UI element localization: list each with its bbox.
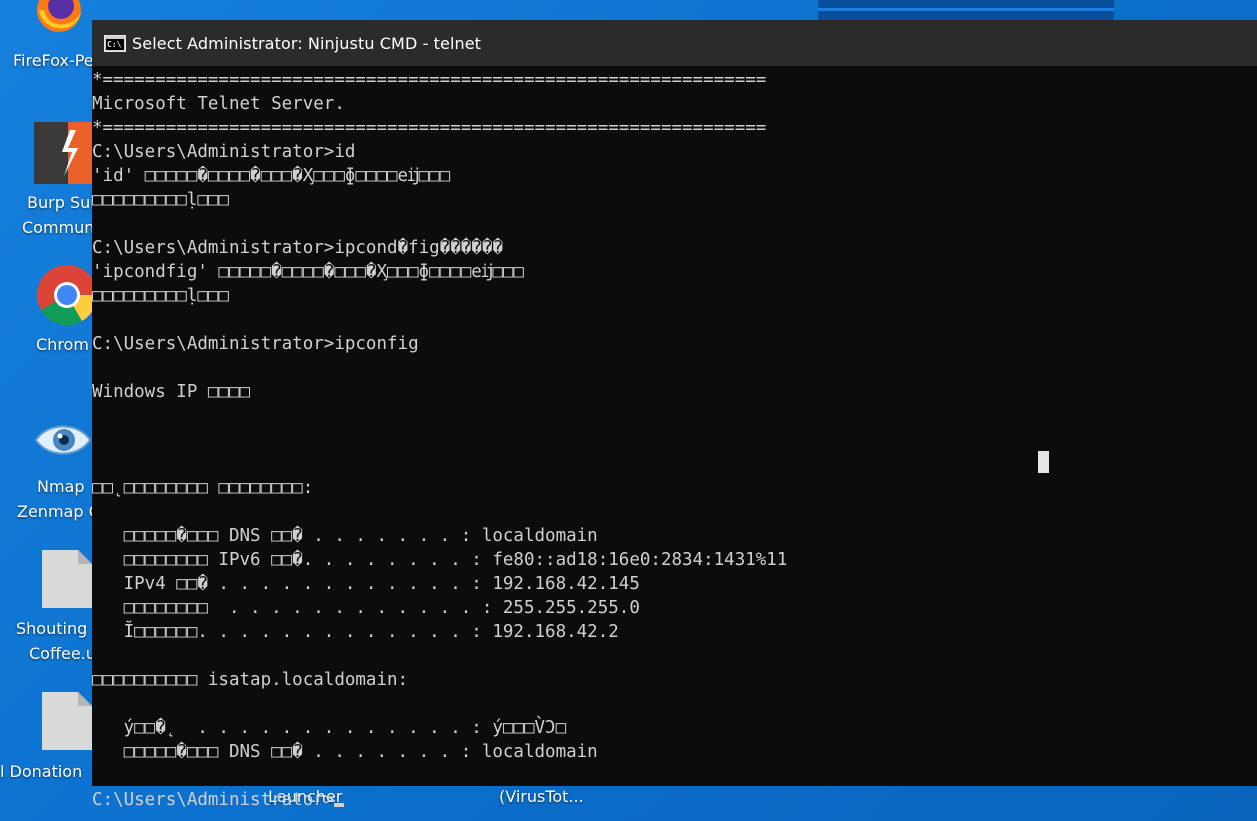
console-window[interactable]: C:\ Select Administrator: Ninjustu CMD -… — [92, 20, 1257, 810]
chrome-icon[interactable] — [36, 264, 98, 328]
console-line: *=======================================… — [92, 118, 767, 138]
text-cursor — [334, 803, 345, 807]
firefox-icon[interactable] — [34, 0, 84, 38]
desktop-icon-label-chrome[interactable]: Chrom — [36, 332, 89, 357]
desktop-icon-label-nmap-1[interactable]: Nmap — [37, 474, 85, 499]
console-line: 'ipcondfig' □□□□□�□□□□�□□□�X̧□□□ɸ□□□□eĳ□… — [92, 262, 524, 282]
console-line: IPv4 □□� . . . . . . . . . . . . : 192.1… — [92, 574, 640, 594]
console-line: □□□□□□□□ IPv6 □□�. . . . . . . . : fe80:… — [92, 550, 788, 570]
desktop-icon-label-shouting-1[interactable]: Shouting — [16, 616, 87, 641]
cmd-icon: C:\ — [104, 35, 126, 52]
file-icon[interactable] — [42, 550, 92, 608]
console-line: □□□□□□□□□ḷ□□□ — [92, 286, 229, 306]
console-output[interactable]: *=======================================… — [92, 68, 1257, 812]
console-line: ý□□�˛ . . . . . . . . . . . . . : ý□□□V̀… — [92, 718, 567, 738]
console-line: Microsoft Telnet Server. — [92, 94, 345, 114]
desktop-icon-label-burp-1[interactable]: Burp Sui — [27, 190, 95, 215]
file-icon[interactable] — [42, 692, 92, 750]
nmap-eye-icon[interactable] — [34, 418, 92, 462]
console-line: Ĭ□□□□□□. . . . . . . . . . . . . : 192.1… — [92, 622, 619, 642]
console-line: C:\Users\Administrator>ipconfig — [92, 334, 419, 354]
desktop-icon-label-burp-2[interactable]: Commun — [22, 215, 94, 240]
console-line: C:\Users\Administrator> — [92, 788, 1257, 812]
console-line: C:\Users\Administrator>id — [92, 142, 356, 162]
title-bar[interactable]: C:\ Select Administrator: Ninjustu CMD -… — [92, 21, 1257, 66]
console-line: 'id' □□□□□�□□□□�□□□�X̧□□□ɸ□□□□eĳ□□□ — [92, 166, 451, 186]
console-line: □□□□□□□□□ḷ□□□ — [92, 190, 229, 210]
console-line: □□□□□�□□□ DNS □□� . . . . . . . : locald… — [92, 526, 598, 546]
console-line: □□□□□□□□ . . . . . . . . . . . . : 255.2… — [92, 598, 640, 618]
desktop-icon-label-donation[interactable]: l Donation — [0, 759, 82, 784]
console-line: □□˛□□□□□□□□ □□□□□□□□: — [92, 478, 314, 498]
console-line: □□□□□�□□□ DNS □□� . . . . . . . : locald… — [92, 742, 598, 762]
console-line: Windows IP □□□□ — [92, 382, 251, 402]
console-line: C:\Users\Administrator>ipcond�fig������ — [92, 238, 503, 258]
desktop-icon-label-firefox[interactable]: FireFox-Pe — [13, 48, 94, 73]
console-line: □□□□□□□□□□ isatap.localdomain: — [92, 670, 409, 690]
window-title: Select Administrator: Ninjustu CMD - tel… — [132, 34, 482, 53]
console-line: *=======================================… — [92, 70, 767, 90]
background-window-strip[interactable] — [818, 0, 1114, 22]
block-cursor — [1038, 451, 1049, 473]
burp-suite-icon[interactable] — [34, 122, 92, 184]
desktop-icon-label-shouting-2[interactable]: Coffee.u — [29, 641, 96, 666]
desktop-icon-label-nmap-2[interactable]: Zenmap G — [17, 499, 101, 524]
